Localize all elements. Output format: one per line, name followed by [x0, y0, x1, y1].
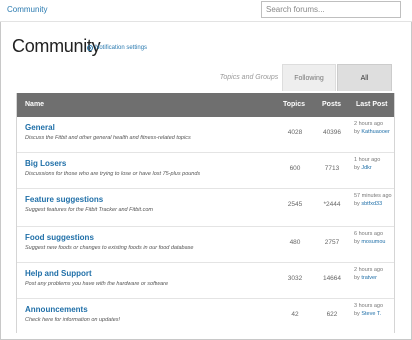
search-input[interactable] [261, 1, 401, 18]
posts-count: 2757 [324, 239, 340, 246]
forum-description: Check here for information on updates! [25, 317, 121, 323]
last-post-info: 2 hours ago by Kathuaooer [354, 121, 392, 136]
breadcrumb-community[interactable]: Community [7, 5, 47, 14]
table-row: Help and Support Post any problems you h… [17, 263, 394, 299]
table-row: Announcements Check here for information… [17, 299, 394, 335]
forum-title-link[interactable]: General [25, 123, 55, 132]
last-post-user-link[interactable]: tratver [361, 275, 377, 281]
notification-settings-label: Notification settings [95, 45, 148, 51]
table-header: Name Topics Posts Last Post [17, 93, 394, 117]
forum-description: Discussions for those who are trying to … [25, 171, 201, 177]
last-post-by-label: by [354, 238, 360, 245]
last-post-time: 57 minutes ago [354, 193, 392, 199]
topics-count: 2545 [287, 201, 303, 208]
column-header-topics: Topics [283, 101, 306, 108]
last-post-by-label: by [354, 128, 360, 135]
notification-settings-link[interactable]: Notification settings [87, 45, 147, 51]
last-post-time: 6 hours ago [354, 231, 384, 237]
table-row: Food suggestions Suggest new foods or ch… [17, 227, 394, 263]
top-bar: Community [0, 0, 412, 22]
column-header-name: Name [25, 101, 45, 108]
last-post-time: 2 hours ago [354, 267, 384, 273]
posts-count: 40396 [322, 129, 342, 136]
last-post-info: 1 hour ago by Jdkr [354, 157, 392, 172]
topics-count: 3032 [287, 275, 303, 282]
tab-topics-and-groups[interactable]: Topics and Groups [218, 64, 280, 91]
tab-all[interactable]: All [337, 64, 392, 91]
last-post-user-link[interactable]: mosumou [361, 239, 385, 245]
last-post-info: 3 hours ago by Steve T. [354, 303, 392, 318]
settings-icon [87, 45, 93, 51]
topics-count: 42 [291, 311, 299, 318]
topics-count: 600 [289, 165, 301, 172]
last-post-user-link[interactable]: Kathuaooer [361, 129, 389, 135]
last-post-by-label: by [354, 164, 360, 171]
table-row: General Discuss the Fitbit and other gen… [17, 117, 394, 153]
table-row: Feature suggestions Suggest features for… [17, 189, 394, 227]
column-header-posts: Posts [322, 101, 342, 108]
topics-count: 4028 [287, 129, 303, 136]
forum-title-link[interactable]: Food suggestions [25, 233, 94, 242]
tab-following[interactable]: Following [282, 64, 336, 91]
last-post-by-label: by [354, 310, 360, 317]
column-header-last-post: Last Post [356, 101, 388, 108]
forum-description: Post any problems you have with the hard… [25, 281, 169, 287]
last-post-user-link[interactable]: Jdkr [361, 165, 371, 171]
forum-title-link[interactable]: Help and Support [25, 269, 92, 278]
forum-description: Suggest new foods or changes to existing… [25, 245, 194, 251]
last-post-user-link[interactable]: Steve T. [361, 311, 381, 317]
forum-title-link[interactable]: Announcements [25, 305, 88, 314]
forum-description: Suggest features for the Fitbit Tracker … [25, 207, 153, 213]
last-post-time: 3 hours ago [354, 303, 384, 309]
last-post-by-label: by [354, 200, 360, 207]
posts-count: 14664 [322, 275, 342, 282]
last-post-time: 2 hours ago [354, 121, 384, 127]
forum-title-link[interactable]: Feature suggestions [25, 195, 103, 204]
last-post-time: 1 hour ago [354, 157, 381, 163]
topics-count: 480 [289, 239, 301, 246]
posts-count: *2444 [323, 201, 341, 208]
last-post-by-label: by [354, 274, 360, 281]
forum-description: Discuss the Fitbit and other general hea… [25, 135, 191, 141]
posts-count: 622 [326, 311, 338, 318]
last-post-info: 57 minutes ago by sbtfxd33 [354, 193, 392, 208]
table-row: Big Losers Discussions for those who are… [17, 153, 394, 189]
last-post-user-link[interactable]: sbtfxd33 [361, 201, 382, 207]
posts-count: 7713 [324, 165, 340, 172]
last-post-info: 2 hours ago by tratver [354, 267, 392, 282]
forum-table: Name Topics Posts Last Post General Disc… [16, 93, 395, 333]
last-post-info: 6 hours ago by mosumou [354, 231, 392, 246]
forum-title-link[interactable]: Big Losers [25, 159, 66, 168]
